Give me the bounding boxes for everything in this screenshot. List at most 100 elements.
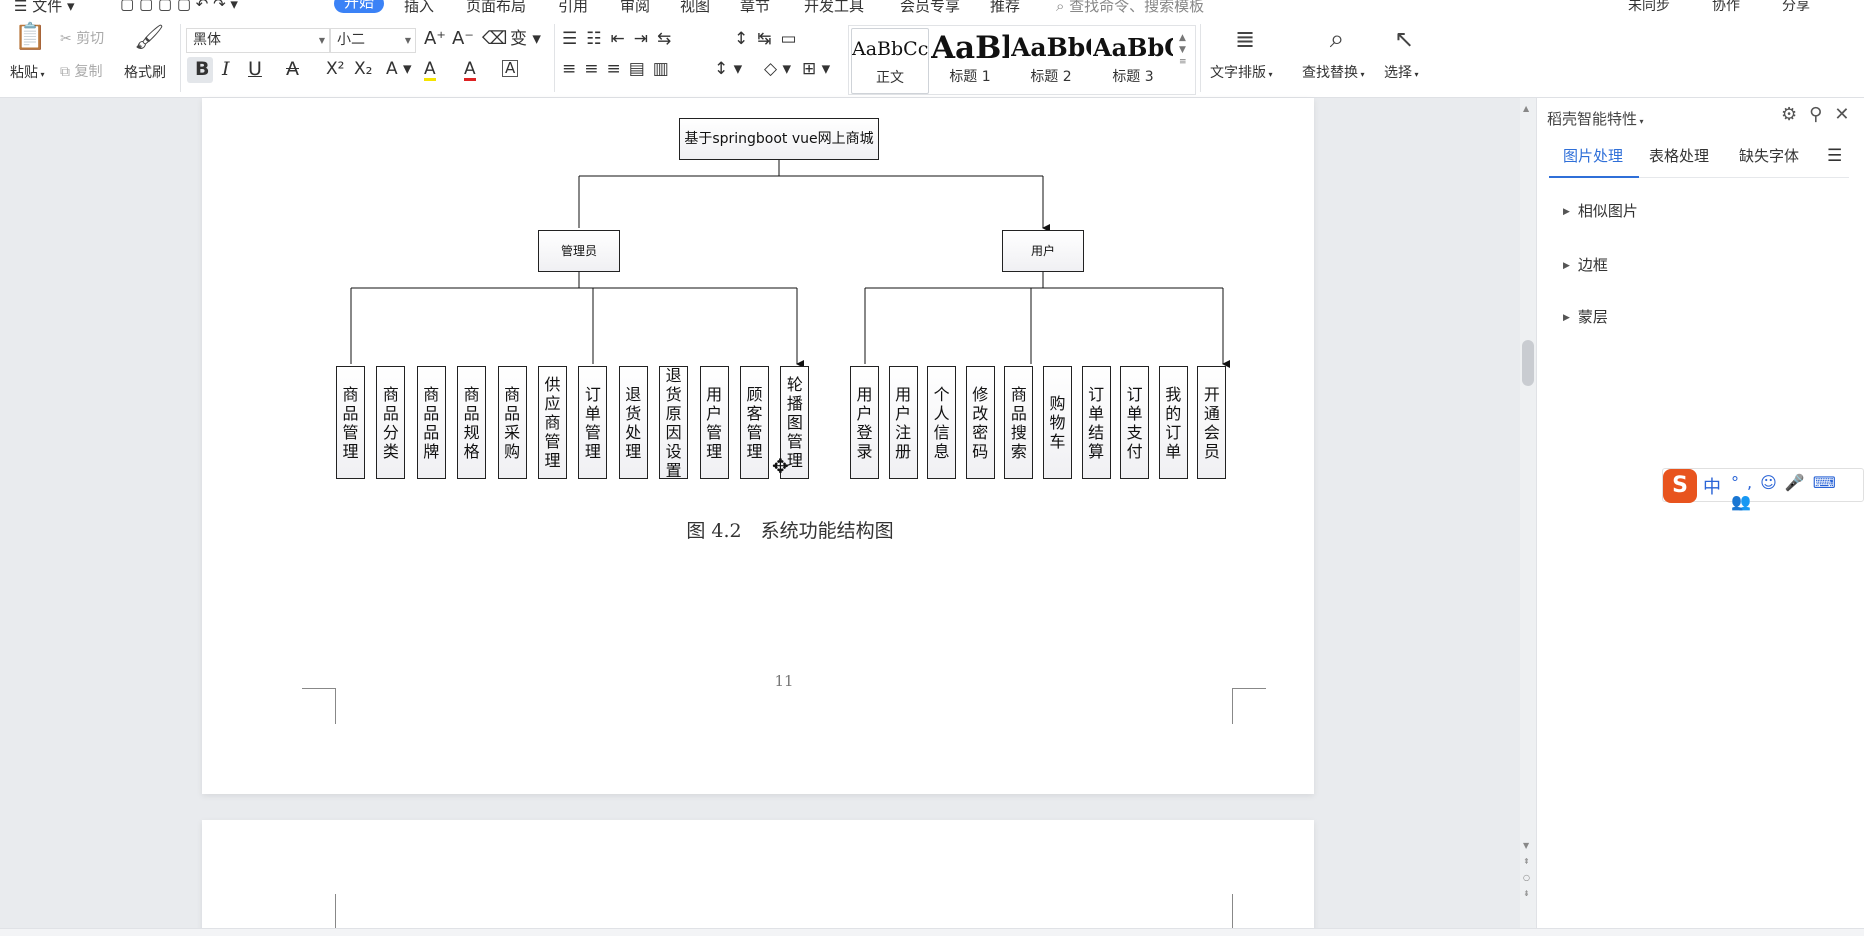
sort-icons[interactable]: ↕↹▭ [734,30,806,48]
phonetic-button[interactable]: 变 ▾ [510,30,541,48]
style-heading-1[interactable]: AaBl 标题 1 [931,28,1009,94]
subscript-button[interactable]: X₂ [354,60,372,78]
tab-table-processing[interactable]: 表格处理 [1649,144,1709,168]
menu-tab-developer[interactable]: 开发工具 [804,0,864,14]
font-name-select[interactable]: 黑体 ▼ [186,28,330,53]
style-heading-2[interactable]: AaBbC标题 2 [1011,28,1091,94]
diagram-function-node[interactable]: 修改密码 [965,366,995,479]
diagram-function-node[interactable]: 顾客管理 [740,366,769,479]
scroll-thumb[interactable] [1522,340,1534,386]
diagram-function-node[interactable]: 购物车 [1043,366,1072,479]
diagram-function-node[interactable]: 退货原因设置 [659,366,689,480]
superscript-button[interactable]: X² [326,60,344,78]
select-button[interactable]: 选择 ▾ [1384,64,1419,84]
style-heading-3[interactable]: AaBbC标题 3 [1093,28,1173,94]
diagram-function-node[interactable]: 供应商管理 [538,366,567,479]
ime-mode[interactable]: 中 [1703,473,1721,499]
diagram-function-node[interactable]: 订单管理 [578,366,608,479]
bold-button[interactable]: B [195,60,209,79]
search-icon[interactable]: ⌕ [1322,26,1352,52]
char-border-button[interactable]: A [502,60,519,77]
shading-icon[interactable]: ◇ ▾ [764,60,791,78]
diagram-function-node[interactable]: 商品搜索 [1004,366,1034,479]
tab-image-processing[interactable]: 图片处理 [1549,144,1639,178]
font-color-button[interactable]: A [464,60,476,81]
menu-tab-view[interactable]: 视图 [680,0,710,14]
scroll-down-icon[interactable]: ▼ ⇞ ○ ⇟ [1523,838,1530,902]
grow-font-icon[interactable]: A⁺ [424,30,446,48]
paste-button[interactable]: 粘贴 ▾ [10,64,45,84]
menu-tab-recommend[interactable]: 推荐 [990,0,1020,14]
text-layout-icon[interactable]: ≣ [1230,27,1260,51]
diagram-function-node[interactable]: 订单结算 [1081,366,1111,479]
cursor-icon[interactable]: ↖ [1392,27,1416,51]
menu-tab-home[interactable]: 开始 [334,0,385,13]
menu-icon[interactable]: ☰ [1827,144,1842,168]
diagram-function-node[interactable]: 个人信息 [927,366,957,479]
diagram-function-node[interactable]: 用户登录 [850,366,879,479]
highlight-button[interactable]: A [424,60,436,81]
tab-missing-fonts[interactable]: 缺失字体 [1739,144,1799,168]
font-size-select[interactable]: 小二 ▼ [330,28,416,53]
section-mask[interactable]: ▶ 蒙层 [1563,306,1608,327]
diagram-function-node[interactable]: 商品管理 [336,366,365,479]
brush-icon[interactable]: 🖌 [134,25,164,49]
underline-button[interactable]: U [248,60,262,79]
save-icon[interactable]: ▢ ▢ ▢ ▢ ↶ ↷ ▾ [120,0,238,13]
diagram-function-node[interactable]: 退货处理 [618,366,648,479]
diagram-function-node[interactable]: 商品采购 [497,366,527,479]
strikethrough-button[interactable]: A [286,60,299,79]
ime-toolbar[interactable]: S 中 °,☺🎤⌨👥 [1662,468,1864,511]
shrink-font-icon[interactable]: A⁻ [452,30,474,48]
diagram-function-node[interactable]: 商品分类 [376,366,406,479]
cut-button[interactable]: ✂ 剪切 [60,30,104,48]
section-similar-images[interactable]: ▶ 相似图片 [1563,200,1638,221]
format-painter-button[interactable]: 格式刷 [124,64,166,82]
style-scroll-icon[interactable]: ▲ ▼ ≡ [1179,32,1187,68]
copy-button[interactable]: ⧉ 复制 [60,63,102,81]
style-normal[interactable]: AaBbCcDd正文 [851,28,929,94]
diagram-admin-node[interactable]: 管理员 [538,230,620,272]
menu-file[interactable]: ☰ 文件 ▾ [14,0,75,14]
menu-tab-review[interactable]: 审阅 [620,0,650,14]
diagram-function-node[interactable]: 订单支付 [1120,366,1150,479]
task-pane-title[interactable]: 稻壳智能特性 ▾ [1547,108,1644,129]
move-cursor-icon: ✥ [772,454,789,478]
diagram-function-node[interactable]: 商品规格 [457,366,487,479]
eraser-icon[interactable]: ⌫ [482,30,507,48]
diagram-function-node[interactable]: 我的订单 [1158,366,1188,479]
menu-tab-reference[interactable]: 引用 [558,0,588,14]
menu-tab-insert[interactable]: 插入 [404,0,434,14]
text-effect-icon[interactable]: A ▾ [386,60,412,78]
command-search[interactable]: ⌕ 查找命令、搜索模板 [1056,0,1204,14]
align-icons[interactable]: ≡≡≡▤▥ [562,60,677,78]
diagram-root-node[interactable]: 基于springboot vue网上商城 [679,118,879,160]
diagram-function-node[interactable]: 用户注册 [888,366,918,479]
style-gallery: AaBbCcDd正文 AaBl标题 1 AaBbC标题 2 AaBbC标题 3 … [848,25,1196,95]
menu-tab-page-layout[interactable]: 页面布局 [466,0,526,14]
diagram-function-node[interactable]: 用户管理 [699,366,729,479]
paste-icon[interactable]: 📋 [14,24,46,50]
sync-status[interactable]: 未同步 [1628,0,1670,14]
text-layout-button[interactable]: 文字排版 ▾ [1210,64,1273,84]
italic-button[interactable]: I [222,60,230,79]
menu-tab-member[interactable]: 会员专享 [900,0,960,14]
gear-icon[interactable]: ⚙ [1781,104,1809,125]
find-replace-button[interactable]: 查找替换 ▾ [1302,64,1365,84]
line-spacing-icon[interactable]: ↕ ▾ [714,60,742,78]
borders-icon[interactable]: ⊞ ▾ [802,60,830,78]
close-icon[interactable]: ✕ [1834,104,1861,125]
vertical-scrollbar[interactable]: ▲ ▼ ⇞ ○ ⇟ [1520,98,1536,936]
scroll-up-icon[interactable]: ▲ [1523,104,1529,113]
diagram-user-node[interactable]: 用户 [1002,230,1084,272]
pin-icon[interactable]: ⚲ [1809,104,1834,125]
diagram-function-node[interactable]: 开通会员 [1197,366,1227,479]
share-button[interactable]: 分享 [1782,0,1810,14]
collaborate-button[interactable]: 协作 [1712,0,1740,14]
diagram-function-node[interactable]: 商品品牌 [416,366,446,479]
paragraph-list-icons[interactable]: ☰☷⇤⇥⇆ [562,30,680,48]
section-border[interactable]: ▶ 边框 [1563,254,1608,275]
caret-right-icon: ▶ [1563,207,1570,217]
ime-tools-icons[interactable]: °,☺🎤⌨👥 [1731,473,1863,511]
menu-tab-chapter[interactable]: 章节 [740,0,770,14]
